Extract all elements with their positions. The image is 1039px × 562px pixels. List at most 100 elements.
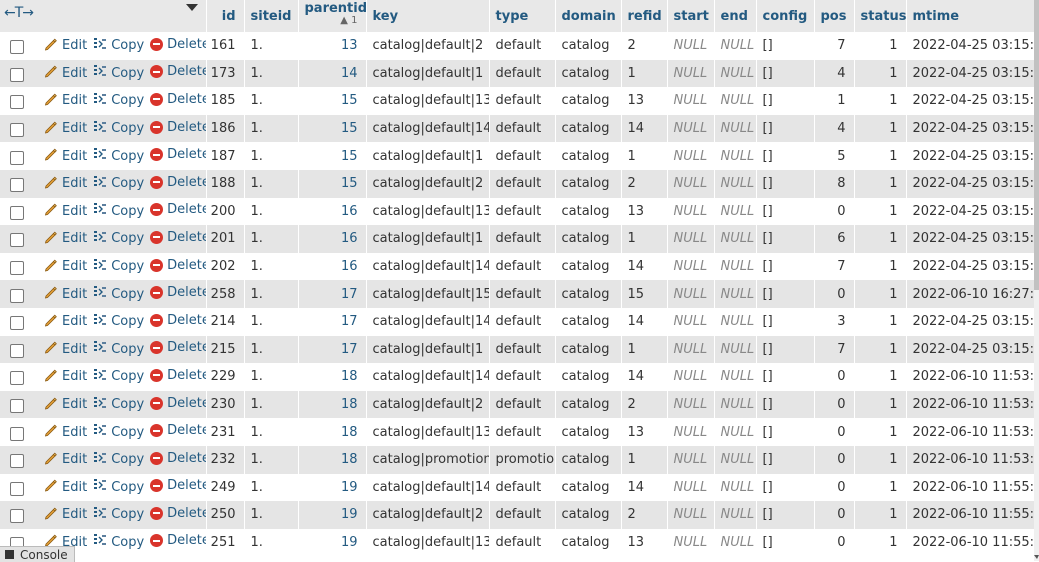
row-checkbox[interactable]: [10, 40, 24, 55]
cell-status[interactable]: 1: [854, 142, 907, 170]
cell-domain[interactable]: catalog: [555, 418, 622, 446]
cell-id[interactable]: 185: [206, 87, 245, 115]
cell-mtime[interactable]: 2022-04-25 03:15:0: [906, 142, 1034, 170]
cell-id[interactable]: 161: [206, 32, 245, 60]
cell-type[interactable]: default: [489, 197, 556, 226]
cell-start[interactable]: NULL: [667, 363, 715, 391]
cell-type[interactable]: promotion: [489, 445, 556, 474]
cell-id[interactable]: 173: [206, 59, 245, 88]
cell-mtime[interactable]: 2022-04-25 03:15:0: [906, 225, 1034, 253]
cell-status[interactable]: 1: [854, 528, 907, 557]
column-header-status[interactable]: status: [854, 0, 907, 32]
cell-mtime[interactable]: 2022-06-10 11:53:4: [906, 390, 1034, 419]
row-checkbox[interactable]: [10, 399, 24, 414]
cell-refid[interactable]: 14: [621, 252, 668, 281]
cell-key[interactable]: catalog|default|14: [366, 114, 490, 143]
cell-pos[interactable]: 3: [814, 307, 855, 336]
cell-id[interactable]: 231: [206, 418, 245, 446]
copy-button[interactable]: Copy: [93, 202, 144, 220]
cell-config[interactable]: []: [756, 335, 815, 364]
cell-pos[interactable]: 0: [814, 501, 855, 529]
cell-pos[interactable]: 5: [814, 142, 855, 170]
column-header-pos[interactable]: pos: [814, 0, 855, 32]
row-checkbox[interactable]: [10, 426, 24, 441]
cell-start[interactable]: NULL: [667, 473, 715, 502]
edit-button[interactable]: Edit: [44, 37, 87, 55]
cell-mtime[interactable]: 2022-04-25 03:15:0: [906, 307, 1034, 336]
column-header-start[interactable]: start: [667, 0, 715, 32]
cell-type[interactable]: default: [489, 252, 556, 281]
copy-button[interactable]: Copy: [93, 313, 144, 331]
cell-end[interactable]: NULL: [714, 197, 757, 226]
cell-config[interactable]: []: [756, 169, 815, 198]
cell-parentid-link[interactable]: 13: [298, 32, 367, 60]
cell-key[interactable]: catalog|default|14: [366, 307, 490, 336]
cell-id[interactable]: 201: [206, 225, 245, 253]
cell-siteid[interactable]: 1.: [244, 225, 299, 253]
edit-button[interactable]: Edit: [44, 313, 87, 331]
copy-button[interactable]: Copy: [93, 175, 144, 193]
edit-button[interactable]: Edit: [44, 120, 87, 138]
cell-type[interactable]: default: [489, 87, 556, 115]
cell-refid[interactable]: 13: [621, 197, 668, 226]
cell-end[interactable]: NULL: [714, 114, 757, 143]
cell-type[interactable]: default: [489, 32, 556, 60]
cell-mtime[interactable]: 2022-04-25 03:15:0: [906, 197, 1034, 226]
column-header-domain[interactable]: domain: [555, 0, 622, 32]
cell-status[interactable]: 1: [854, 363, 907, 391]
table-row[interactable]: Edit Copy Delete 250 1. 19 catalog|default|2 de…: [0, 501, 1034, 529]
cell-start[interactable]: NULL: [667, 59, 715, 88]
column-header-parentid[interactable]: parentid ▲ 1: [298, 0, 367, 32]
row-checkbox[interactable]: [10, 316, 24, 331]
console-toggle[interactable]: Console: [0, 546, 75, 562]
cell-key[interactable]: catalog|default|1: [366, 225, 490, 253]
delete-button[interactable]: Delete: [150, 506, 205, 521]
cell-refid[interactable]: 14: [621, 114, 668, 143]
row-checkbox[interactable]: [10, 150, 24, 165]
options-dropdown-icon[interactable]: [186, 4, 198, 11]
cell-pos[interactable]: 4: [814, 59, 855, 88]
cell-config[interactable]: []: [756, 473, 815, 502]
cell-type[interactable]: default: [489, 307, 556, 336]
column-header-id[interactable]: id: [206, 0, 245, 32]
copy-button[interactable]: Copy: [93, 64, 144, 82]
cell-type[interactable]: default: [489, 528, 556, 557]
cell-refid[interactable]: 1: [621, 445, 668, 474]
cell-mtime[interactable]: 2022-06-10 11:53:4: [906, 363, 1034, 391]
column-header-key[interactable]: key: [366, 0, 490, 32]
cell-key[interactable]: catalog|default|14: [366, 252, 490, 281]
cell-config[interactable]: []: [756, 197, 815, 226]
cell-key[interactable]: catalog|default|14: [366, 473, 490, 502]
cell-domain[interactable]: catalog: [555, 473, 622, 502]
cell-end[interactable]: NULL: [714, 501, 757, 529]
table-row[interactable]: Edit Copy Delete 186 1. 15 catalog|default|14 d…: [0, 114, 1034, 143]
cell-parentid-link[interactable]: 17: [298, 307, 367, 336]
cell-domain[interactable]: catalog: [555, 280, 622, 308]
cell-siteid[interactable]: 1.: [244, 197, 299, 226]
delete-button[interactable]: Delete: [150, 202, 205, 217]
cell-mtime[interactable]: 2022-04-25 03:15:0: [906, 169, 1034, 198]
cell-refid[interactable]: 2: [621, 390, 668, 419]
cell-status[interactable]: 1: [854, 307, 907, 336]
copy-button[interactable]: Copy: [93, 92, 144, 110]
table-row[interactable]: Edit Copy Delete 251 1. 19 catalog|default|13 d…: [0, 528, 1034, 557]
cell-refid[interactable]: 14: [621, 307, 668, 336]
cell-end[interactable]: NULL: [714, 473, 757, 502]
cell-refid[interactable]: 2: [621, 501, 668, 529]
copy-button[interactable]: Copy: [93, 285, 144, 303]
cell-pos[interactable]: 6: [814, 225, 855, 253]
cell-start[interactable]: NULL: [667, 501, 715, 529]
delete-button[interactable]: Delete: [150, 340, 205, 355]
cell-parentid-link[interactable]: 16: [298, 197, 367, 226]
cell-mtime[interactable]: 2022-04-25 03:15:0: [906, 114, 1034, 143]
cell-status[interactable]: 1: [854, 335, 907, 364]
cell-pos[interactable]: 0: [814, 197, 855, 226]
edit-button[interactable]: Edit: [44, 368, 87, 386]
cell-siteid[interactable]: 1.: [244, 114, 299, 143]
table-row[interactable]: Edit Copy Delete 231 1. 18 catalog|default|13 d…: [0, 418, 1034, 446]
cell-domain[interactable]: catalog: [555, 87, 622, 115]
cell-start[interactable]: NULL: [667, 169, 715, 198]
cell-type[interactable]: default: [489, 169, 556, 198]
cell-status[interactable]: 1: [854, 280, 907, 308]
cell-siteid[interactable]: 1.: [244, 252, 299, 281]
